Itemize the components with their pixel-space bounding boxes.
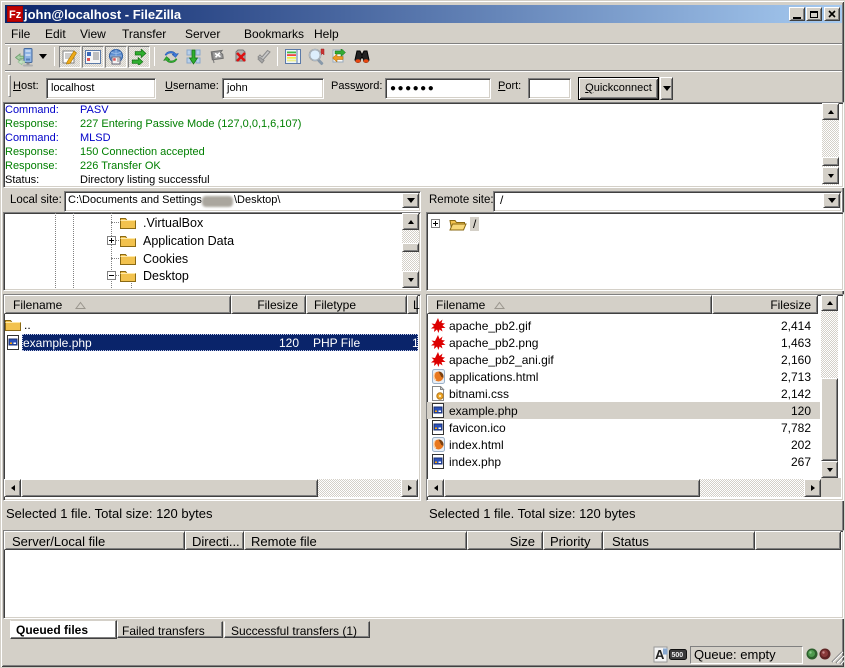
svg-text:Fz: Fz xyxy=(9,9,22,21)
svg-text:500: 500 xyxy=(672,652,684,659)
